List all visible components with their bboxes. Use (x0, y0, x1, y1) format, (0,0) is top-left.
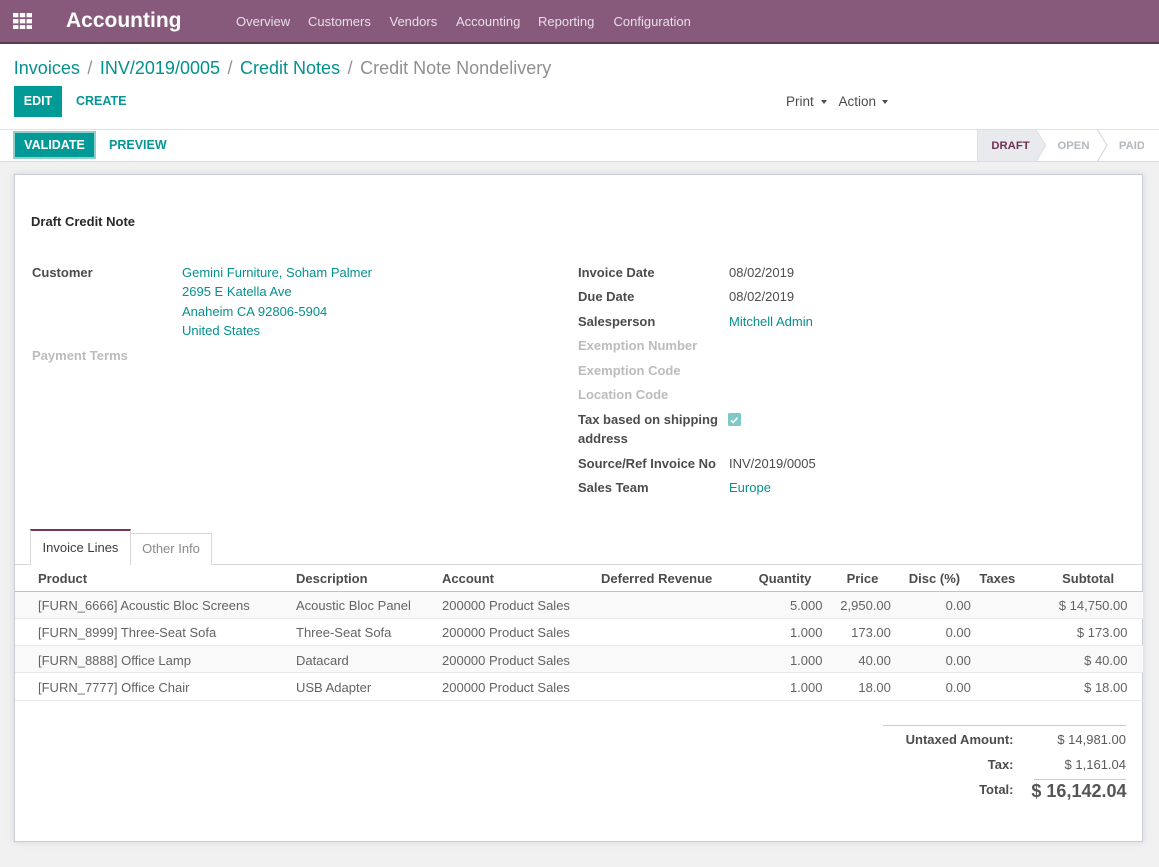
svg-text:OPEN: OPEN (1057, 140, 1089, 152)
svg-text:DRAFT: DRAFT (991, 140, 1029, 152)
svg-text:PAID: PAID (1119, 140, 1144, 152)
